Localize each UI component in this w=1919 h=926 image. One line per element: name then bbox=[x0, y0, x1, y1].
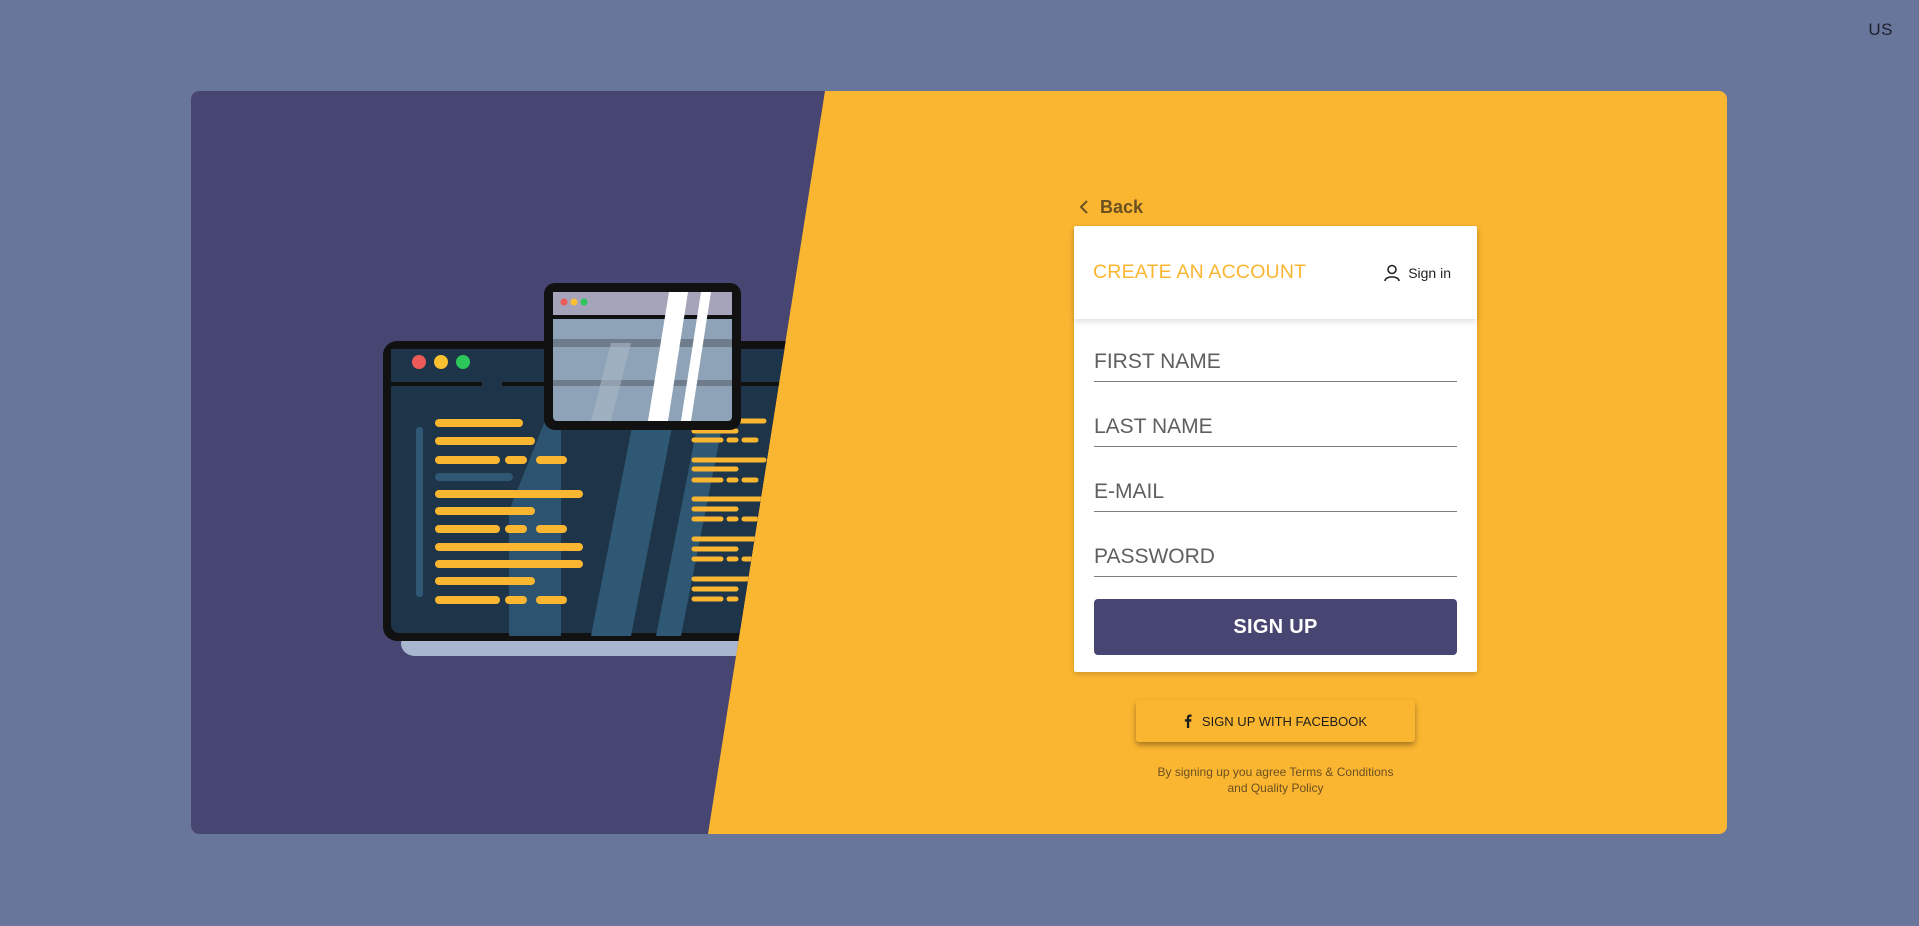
signup-form-card: CREATE AN ACCOUNT Sign in SIGN UP bbox=[1074, 226, 1477, 672]
terms-line-1: By signing up you agree Terms & Conditio… bbox=[1157, 765, 1394, 779]
user-icon bbox=[1384, 264, 1400, 281]
facebook-signup-label: SIGN UP WITH FACEBOOK bbox=[1201, 713, 1368, 729]
signin-label: Sign in bbox=[1408, 264, 1451, 281]
back-label: Back bbox=[1100, 196, 1144, 217]
back-link[interactable]: Back bbox=[1078, 194, 1477, 220]
signin-link[interactable]: Sign in bbox=[1384, 264, 1451, 282]
first-name-input[interactable] bbox=[1094, 339, 1457, 382]
form-body: SIGN UP bbox=[1074, 319, 1477, 672]
language-selector[interactable]: US bbox=[1868, 20, 1893, 40]
code-editor-illustration bbox=[383, 283, 825, 656]
facebook-signup-button[interactable]: SIGN UP WITH FACEBOOK bbox=[1136, 700, 1415, 742]
facebook-icon bbox=[1184, 714, 1192, 728]
terms-text: By signing up you agree Terms & Conditio… bbox=[1074, 764, 1477, 796]
chevron-left-icon bbox=[1079, 200, 1088, 214]
last-name-input[interactable] bbox=[1094, 404, 1457, 447]
form-header: CREATE AN ACCOUNT Sign in bbox=[1074, 226, 1477, 319]
signup-card: Back CREATE AN ACCOUNT Sign in SIGN UP bbox=[191, 91, 1727, 834]
password-input[interactable] bbox=[1094, 534, 1457, 577]
terms-line-2: and Quality Policy bbox=[1227, 781, 1324, 795]
signup-button[interactable]: SIGN UP bbox=[1094, 599, 1457, 655]
form-title: CREATE AN ACCOUNT bbox=[1093, 261, 1307, 283]
signup-form-area: Back CREATE AN ACCOUNT Sign in SIGN UP bbox=[1074, 194, 1477, 796]
email-input[interactable] bbox=[1094, 469, 1457, 512]
